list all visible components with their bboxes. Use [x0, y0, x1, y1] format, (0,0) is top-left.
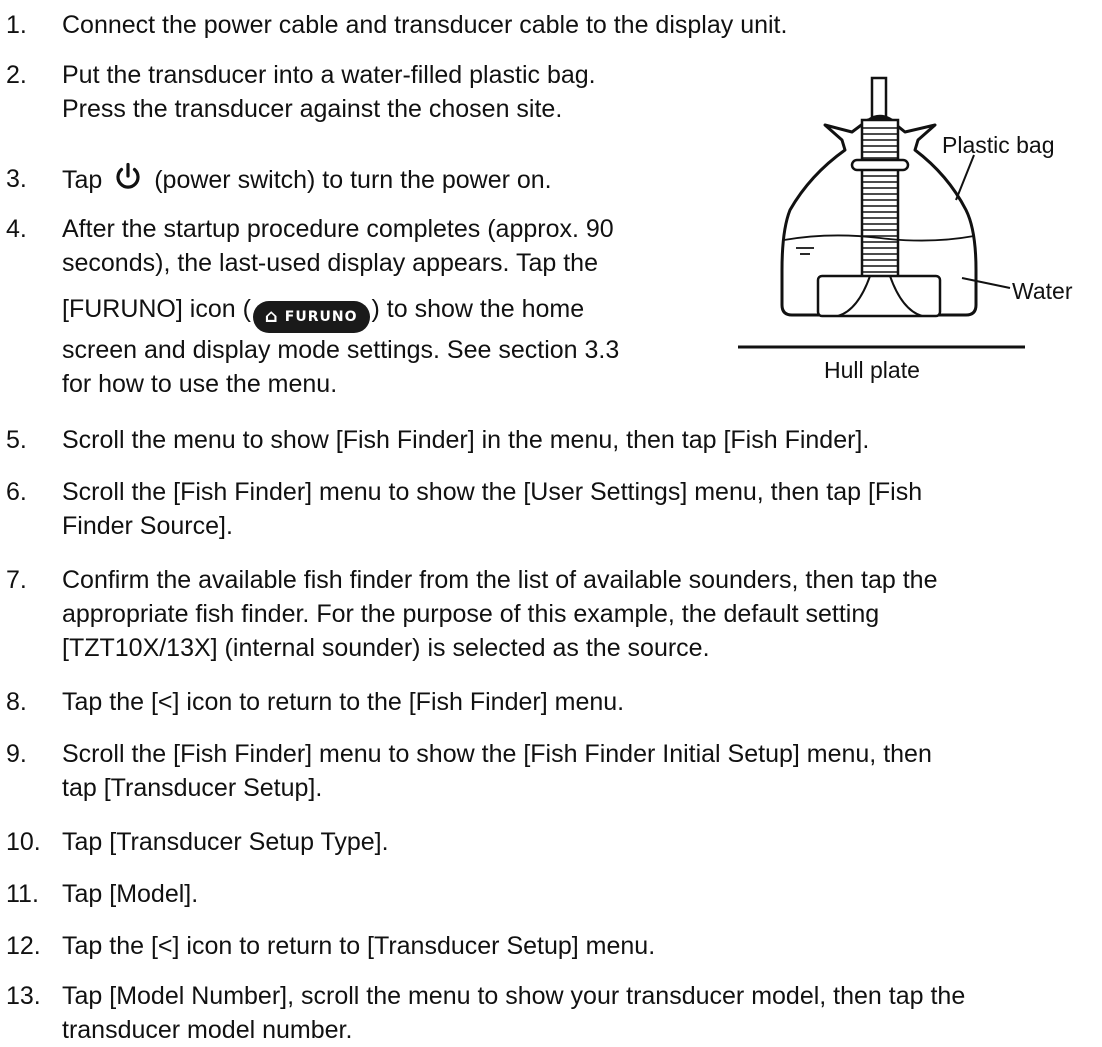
step-text: Confirm the available fish finder from t… [62, 566, 938, 662]
step-text: Tap the [<] icon to return to the [Fish … [62, 688, 625, 716]
step-text: Tap [Transducer Setup Type]. [62, 828, 389, 856]
step-text: Tap (power switch) to turn the power on. [62, 162, 552, 197]
step-text: Tap the [<] icon to return to [Transduce… [62, 932, 656, 960]
label-hull-plate: Hull plate [824, 357, 920, 383]
step-text: Tap [Model Number], scroll the menu to s… [62, 982, 966, 1044]
step-number: 10. [6, 828, 41, 856]
step-number: 1. [6, 11, 27, 39]
step-number: 9. [6, 740, 27, 768]
label-water: Water [1012, 278, 1073, 304]
home-icon: ⌂ [264, 306, 279, 327]
step-number: 11. [6, 880, 39, 908]
step-text: Put the transducer into a water-filled p… [62, 61, 596, 123]
transducer-cable [870, 76, 888, 120]
bag-tie [850, 158, 910, 172]
label-plastic-bag: Plastic bag [942, 132, 1055, 158]
step-number: 2. [6, 61, 27, 89]
step-number: 4. [6, 215, 27, 243]
step-number: 3. [6, 165, 27, 193]
power-icon [116, 162, 140, 189]
step-number: 8. [6, 688, 27, 716]
step-number: 5. [6, 426, 27, 454]
step-text: Tap [Model]. [62, 880, 199, 908]
step-text: Scroll the [Fish Finder] menu to show th… [62, 740, 932, 802]
step-number: 12. [6, 932, 41, 960]
step-number: 13. [6, 982, 41, 1010]
step-number: 6. [6, 478, 27, 506]
step-text: Scroll the menu to show [Fish Finder] in… [62, 426, 870, 454]
transducer-head [816, 274, 942, 318]
step-text: Scroll the [Fish Finder] menu to show th… [62, 478, 923, 540]
transducer-figure [738, 76, 1025, 349]
step-text: Connect the power cable and transducer c… [62, 11, 788, 39]
furuno-icon: ⌂ FURUNO [252, 301, 370, 333]
step-number: 7. [6, 566, 27, 594]
step-text: After the startup procedure completes (a… [62, 215, 620, 398]
bag-leader [955, 154, 975, 201]
